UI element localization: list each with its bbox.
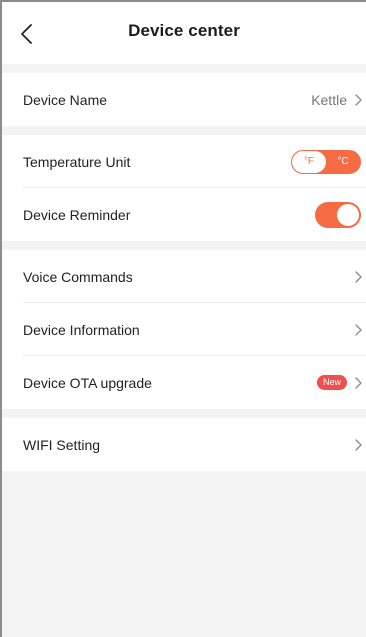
switch-knob	[337, 203, 359, 226]
chevron-left-icon	[21, 24, 32, 44]
header-bar: Device center	[2, 2, 366, 64]
chevron-right-icon	[355, 438, 362, 451]
new-badge: New	[316, 375, 347, 390]
row-device-name[interactable]: Device Name Kettle	[2, 73, 366, 126]
section-gap	[2, 409, 366, 418]
row-wifi-setting[interactable]: WIFI Setting	[2, 418, 366, 471]
device-name-value: Kettle	[311, 91, 347, 108]
section-gap	[2, 241, 366, 250]
row-label: WIFI Setting	[23, 436, 101, 453]
page-title: Device center	[128, 21, 240, 40]
row-voice-commands[interactable]: Voice Commands	[2, 250, 366, 303]
section-info: Voice Commands Device Information Device…	[2, 250, 366, 409]
unit-option-celsius[interactable]: °C	[326, 151, 360, 173]
row-temperature-unit: Temperature Unit °F °C	[2, 135, 366, 188]
row-label: Temperature Unit	[23, 153, 131, 170]
section-gap	[2, 64, 366, 73]
section-gap	[2, 126, 366, 135]
chevron-right-icon	[355, 323, 362, 336]
back-button[interactable]	[16, 22, 40, 46]
row-label: Device OTA upgrade	[23, 374, 152, 391]
chevron-right-icon	[355, 93, 362, 106]
section-settings: Temperature Unit °F °C Device Reminder	[2, 135, 366, 241]
chevron-right-icon	[355, 376, 362, 389]
row-label: Device Reminder	[23, 206, 131, 223]
row-label: Device Information	[23, 321, 140, 338]
device-reminder-switch[interactable]	[315, 201, 361, 228]
temperature-unit-toggle[interactable]: °F °C	[291, 149, 361, 174]
chevron-right-icon	[355, 270, 362, 283]
unit-option-fahrenheit[interactable]: °F	[292, 150, 326, 173]
device-center-screen: Device center Device Name Kettle Tempera…	[0, 0, 366, 637]
row-label: Voice Commands	[23, 268, 133, 285]
section-device-name: Device Name Kettle	[2, 73, 366, 126]
row-ota-upgrade[interactable]: Device OTA upgrade New	[2, 356, 366, 409]
section-wifi: WIFI Setting	[2, 418, 366, 471]
row-device-information[interactable]: Device Information	[2, 303, 366, 356]
row-label: Device Name	[23, 91, 108, 108]
row-device-reminder: Device Reminder	[2, 188, 366, 241]
